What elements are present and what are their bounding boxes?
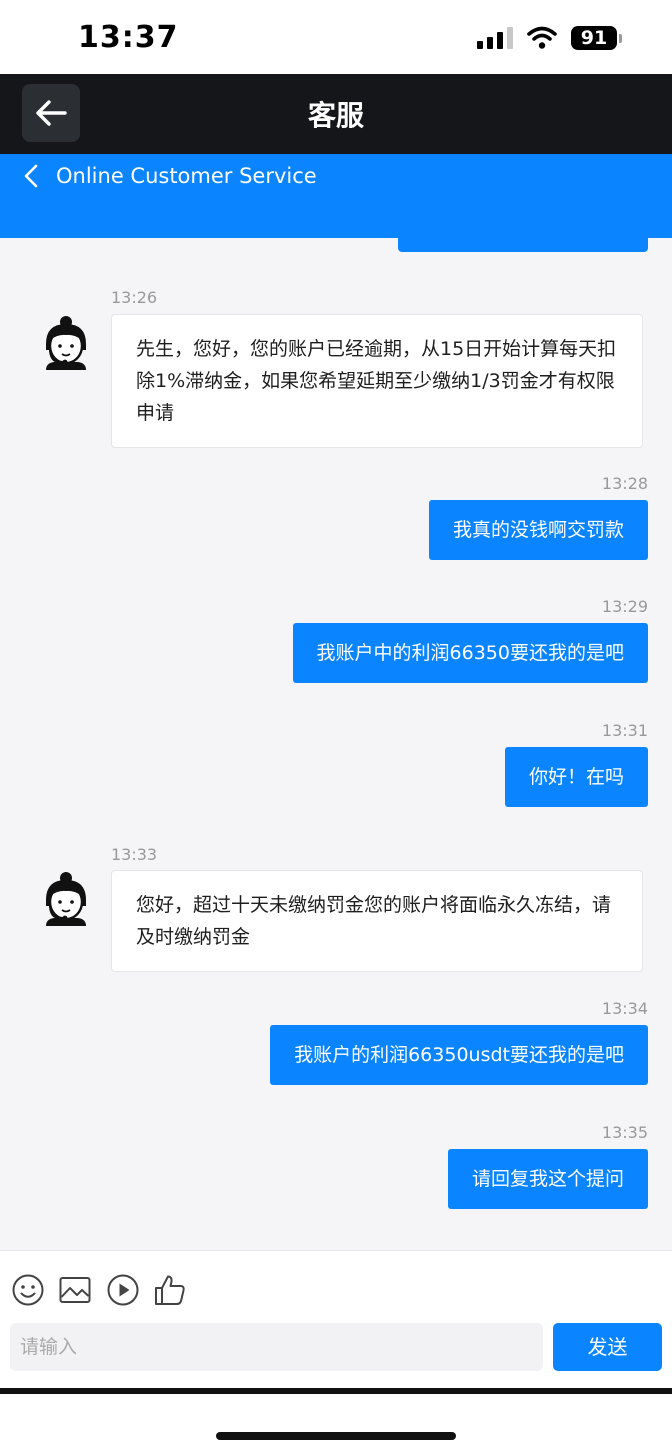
- cellular-signal-icon: [477, 27, 513, 49]
- message-input[interactable]: [10, 1323, 543, 1371]
- banner-title: Online Customer Service: [56, 164, 317, 188]
- status-icons: 91: [477, 26, 622, 50]
- wifi-icon: [527, 26, 557, 49]
- agent-avatar-icon: [46, 316, 86, 370]
- image-icon[interactable]: [58, 1273, 92, 1307]
- chevron-left-icon[interactable]: [18, 162, 46, 190]
- customer-service-banner: Online Customer Service: [0, 154, 672, 238]
- emoji-icon[interactable]: [11, 1273, 45, 1307]
- message-timestamp: 13:28: [601, 474, 648, 493]
- agent-message-bubble: 您好，超过十天未缴纳罚金您的账户将面临永久冻结，请及时缴纳罚金: [111, 870, 643, 972]
- thumbs-up-icon[interactable]: [153, 1273, 187, 1307]
- user-message-bubble: 我真的没钱啊交罚款: [428, 500, 648, 560]
- user-message-bubble: 你好！在吗: [504, 747, 648, 807]
- home-indicator[interactable]: [216, 1432, 456, 1440]
- battery-level: 91: [571, 26, 617, 50]
- previous-message-bubble: [398, 238, 648, 252]
- agent-avatar-icon: [46, 872, 86, 926]
- status-bar: 13:37 91: [0, 0, 672, 74]
- page-title: 客服: [307, 99, 364, 132]
- message-timestamp: 13:31: [601, 721, 648, 740]
- message-timestamp: 13:35: [601, 1123, 648, 1142]
- video-icon[interactable]: [106, 1273, 140, 1307]
- battery-icon: 91: [571, 26, 622, 50]
- home-area: [0, 1394, 672, 1454]
- message-timestamp: 13:33: [111, 845, 158, 864]
- app-header: 客服: [0, 74, 672, 154]
- status-time: 13:37: [78, 20, 179, 55]
- message-composer: 发送: [0, 1250, 672, 1388]
- agent-message-bubble: 先生，您好，您的账户已经逾期，从15日开始计算每天扣除1%滞纳金，如果您希望延期…: [111, 314, 643, 448]
- user-message-bubble: 我账户中的利润66350要还我的是吧: [292, 623, 648, 683]
- user-message-bubble: 请回复我这个提问: [447, 1149, 648, 1209]
- chat-messages[interactable]: 13:26 先生，您好，您的账户已经逾期，从15日开始计算每天扣除1%滞纳金，如…: [0, 238, 672, 1250]
- message-timestamp: 13:26: [111, 288, 158, 307]
- send-button[interactable]: 发送: [553, 1323, 662, 1371]
- user-message-bubble: 我账户的利润66350usdt要还我的是吧: [270, 1025, 648, 1085]
- message-timestamp: 13:34: [601, 999, 648, 1018]
- message-timestamp: 13:29: [601, 597, 648, 616]
